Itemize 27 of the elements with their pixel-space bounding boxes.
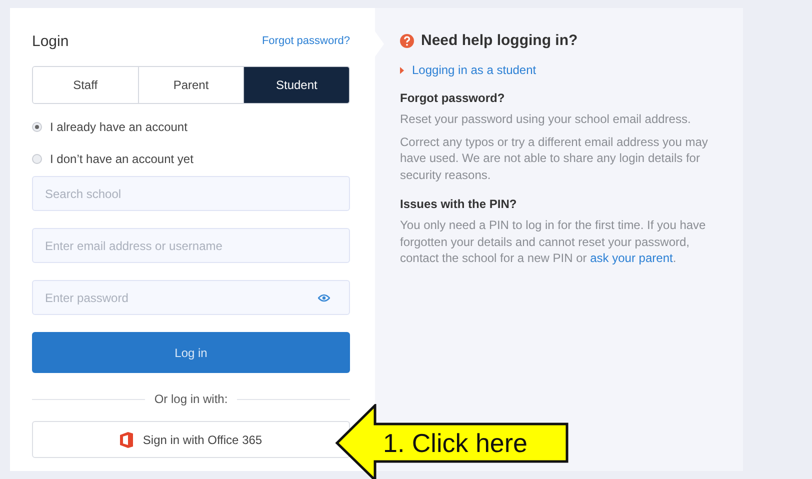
help-icon [400,34,414,48]
login-title: Login [32,32,69,50]
help-paragraph: Reset your password using your school email address. [400,111,692,128]
caret-icon [400,66,404,74]
forgot-password-link[interactable]: Forgot password? [262,35,350,47]
help-title: Need help logging in? [421,32,578,49]
help-paragraph: Correct any typos or try a different email address you may have used. We are not able to share any login details for security reasons. [400,134,709,183]
section-heading: Issues with the PIN? [400,197,518,211]
password-field[interactable]: Enter password [32,280,350,315]
office-icon [120,432,133,448]
divider-label: Or log in with: [154,392,228,406]
radio-label[interactable]: I already have an account [50,120,188,134]
login-button[interactable]: Log in [32,332,350,373]
student-help-link[interactable]: Logging in as a student [412,63,536,77]
search-field[interactable]: Search school [32,176,350,211]
role-tab[interactable]: Staff [33,67,139,103]
parent-link[interactable]: ask your parent [590,251,673,265]
radio-label[interactable]: I don’t have an account yet [50,152,194,166]
section-heading: Forgot password? [400,91,506,105]
office-signin-button[interactable]: Sign in with Office 365 [32,421,350,458]
callout-text: 1. Click here [383,427,528,460]
radio-button[interactable] [32,154,42,164]
role-tab[interactable]: Student [244,67,349,103]
help-paragraph: You only need a PIN to log in for the first time. If you have forgotten your details and cannot reset your password, contact the school for a new PIN or ask your parent. [400,217,707,266]
input-field[interactable]: Enter email address or username [32,228,350,263]
eye-icon[interactable] [318,294,330,302]
radio-button[interactable] [32,122,42,132]
